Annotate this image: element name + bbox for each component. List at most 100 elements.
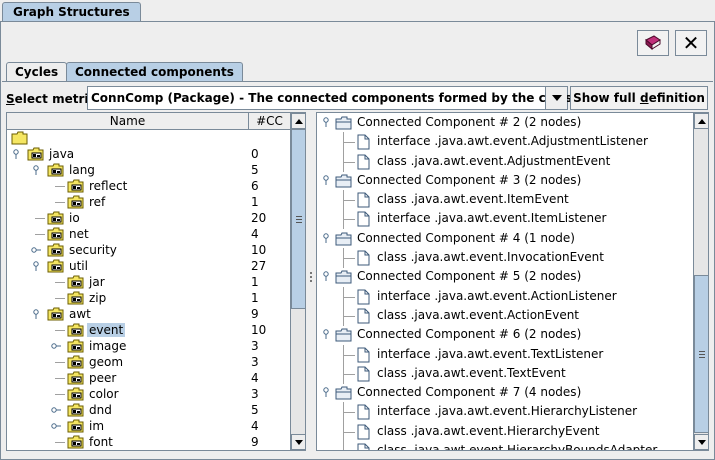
class-node[interactable]: class .java.awt.event.InvocationEvent <box>317 248 693 269</box>
row-cc-value: 6 <box>251 179 259 193</box>
class-node[interactable]: interface .java.awt.event.ActionListener <box>317 286 693 307</box>
expanded-toggle-icon[interactable] <box>321 117 331 127</box>
table-row[interactable]: lang 5 <box>7 162 290 178</box>
table-row[interactable]: image 3 <box>7 338 290 354</box>
expanded-toggle-icon[interactable] <box>321 387 331 398</box>
row-name: geom <box>89 355 124 369</box>
package-icon <box>47 211 65 225</box>
components-tree-body: Connected Component # 2 (2 nodes) interfa… <box>317 113 693 451</box>
class-label: class .java.awt.event.ItemEvent <box>377 192 569 207</box>
component-label: Connected Component # 2 (2 nodes) <box>357 115 582 129</box>
class-node[interactable]: class .java.awt.event.HierarchyBoundsAda… <box>317 441 693 451</box>
row-cc-value: 1 <box>251 195 259 209</box>
table-row[interactable]: zip 1 <box>7 290 290 306</box>
expanded-toggle-icon[interactable] <box>31 165 41 175</box>
document-icon <box>355 289 373 305</box>
table-row[interactable]: net 4 <box>7 226 290 242</box>
close-button[interactable]: ✕ <box>675 30 707 56</box>
expanded-toggle-icon[interactable] <box>31 261 41 271</box>
package-tree-table: Name #CC java 0 lang 5 reflect 6 ref 1 io 20 net 4 s… <box>6 112 306 451</box>
column-header-name[interactable]: Name <box>7 113 249 130</box>
component-node[interactable]: Connected Component # 3 (2 nodes) <box>317 171 693 190</box>
collapsed-toggle-icon[interactable] <box>31 245 41 255</box>
column-header-cc[interactable]: #CC <box>249 113 290 130</box>
scroll-down-button[interactable] <box>291 434 305 450</box>
scroll-down-button[interactable] <box>694 434 708 450</box>
collapsed-toggle-icon[interactable] <box>51 421 61 431</box>
row-name: event <box>87 323 126 337</box>
left-scrollbar[interactable] <box>290 113 305 450</box>
row-cc-value: 27 <box>251 259 267 273</box>
table-row[interactable] <box>7 130 290 146</box>
scroll-thumb[interactable] <box>694 275 708 433</box>
table-row[interactable]: jar 1 <box>7 274 290 290</box>
class-label: class .java.awt.event.HierarchyBoundsAda… <box>377 443 658 451</box>
class-node[interactable]: class .java.awt.event.HierarchyEvent <box>317 421 693 442</box>
table-row[interactable]: security 10 <box>7 242 290 258</box>
row-name: util <box>69 259 88 273</box>
class-node[interactable]: interface .java.awt.event.TextListener <box>317 344 693 365</box>
document-icon <box>355 211 373 227</box>
folder-open-icon <box>335 270 353 284</box>
class-node[interactable]: class .java.awt.event.ItemEvent <box>317 190 693 211</box>
table-row[interactable]: reflect 6 <box>7 178 290 194</box>
class-label: interface .java.awt.event.HierarchyListe… <box>377 404 638 419</box>
table-row[interactable]: im 4 <box>7 418 290 434</box>
table-row[interactable]: java 0 <box>7 146 290 162</box>
component-node[interactable]: Connected Component # 5 (2 nodes) <box>317 267 693 286</box>
expanded-toggle-icon[interactable] <box>11 149 21 159</box>
table-row[interactable]: io 20 <box>7 210 290 226</box>
table-row[interactable]: color 3 <box>7 386 290 402</box>
scroll-up-button[interactable] <box>291 113 305 129</box>
table-row[interactable]: geom 3 <box>7 354 290 370</box>
table-row[interactable]: ref 1 <box>7 194 290 210</box>
split-divider[interactable] <box>308 112 314 451</box>
component-node[interactable]: Connected Component # 7 (4 nodes) <box>317 383 693 402</box>
show-full-definition-button[interactable]: Show full definition <box>570 86 708 110</box>
folder-open-icon <box>335 328 353 342</box>
arrow-up-icon <box>697 118 706 124</box>
metric-combo[interactable]: ConnComp (Package) - The connected compo… <box>87 86 635 110</box>
class-node[interactable]: interface .java.awt.event.AdjustmentList… <box>317 132 693 153</box>
class-node[interactable]: interface .java.awt.event.ItemListener <box>317 209 693 230</box>
class-node[interactable]: class .java.awt.event.ActionEvent <box>317 305 693 326</box>
tab-cycles[interactable]: Cycles <box>6 62 68 82</box>
right-scrollbar[interactable] <box>693 113 708 450</box>
expanded-toggle-icon[interactable] <box>31 309 41 319</box>
scroll-thumb[interactable] <box>291 129 305 309</box>
package-icon <box>67 355 85 369</box>
expanded-toggle-icon[interactable] <box>321 233 331 243</box>
package-icon <box>67 403 85 417</box>
component-node[interactable]: Connected Component # 6 (2 nodes) <box>317 325 693 344</box>
expanded-toggle-icon[interactable] <box>321 329 331 340</box>
table-row[interactable]: peer 4 <box>7 370 290 386</box>
package-icon <box>67 179 85 193</box>
row-cc-value: 1 <box>251 291 259 305</box>
graph-structures-tab[interactable]: Graph Structures <box>2 2 141 22</box>
combo-dropdown-button[interactable] <box>545 87 567 109</box>
class-node[interactable]: interface .java.awt.event.HierarchyListe… <box>317 402 693 423</box>
expanded-toggle-icon[interactable] <box>321 271 331 282</box>
chevron-down-icon <box>551 95 562 101</box>
close-icon: ✕ <box>682 31 700 55</box>
component-node[interactable]: Connected Component # 4 (1 node) <box>317 229 693 248</box>
table-row[interactable]: font 9 <box>7 434 290 450</box>
table-row[interactable]: event 10 <box>7 322 290 338</box>
class-node[interactable]: class .java.awt.event.AdjustmentEvent <box>317 151 693 172</box>
row-name: awt <box>69 307 91 321</box>
table-row[interactable]: util 27 <box>7 258 290 274</box>
package-icon <box>67 323 85 337</box>
document-icon <box>355 366 373 382</box>
class-node[interactable]: class .java.awt.event.TextEvent <box>317 363 693 384</box>
book-button[interactable] <box>637 30 669 56</box>
expanded-toggle-icon[interactable] <box>321 175 331 185</box>
component-node[interactable]: Connected Component # 2 (2 nodes) <box>317 113 693 132</box>
class-label: class .java.awt.event.HierarchyEvent <box>377 423 600 438</box>
tab-connected-components[interactable]: Connected components <box>66 62 243 82</box>
table-row[interactable]: dnd 5 <box>7 402 290 418</box>
collapsed-toggle-icon[interactable] <box>51 405 61 415</box>
scroll-up-button[interactable] <box>694 113 708 129</box>
document-icon <box>355 347 373 363</box>
collapsed-toggle-icon[interactable] <box>51 341 61 351</box>
table-row[interactable]: awt 9 <box>7 306 290 322</box>
